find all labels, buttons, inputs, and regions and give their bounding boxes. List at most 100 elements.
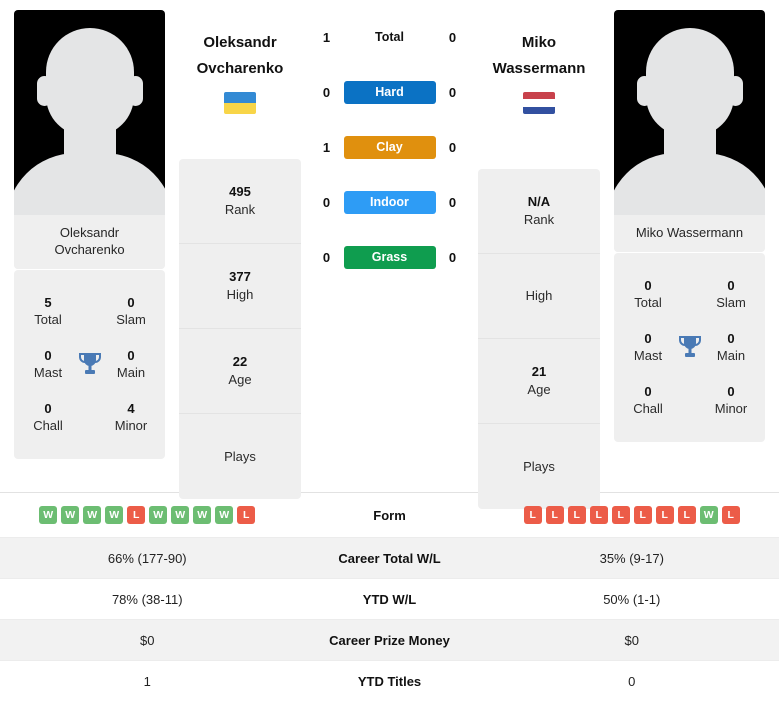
left-player-info-column: Oleksandr Ovcharenko 495 Rank 377 High 2…: [179, 0, 301, 499]
player-comparison-header: Oleksandr Ovcharenko 5 Total 0 Slam 0 Ma…: [0, 0, 779, 509]
right-player-titles-panel: 0 Total 0 Slam 0 Mast 0 Main 0 Chall 0 M…: [614, 253, 765, 442]
left-player-last-name: Ovcharenko: [196, 60, 284, 77]
form-badge-loss[interactable]: L: [237, 506, 256, 524]
right-info-rank[interactable]: N/A Rank: [478, 169, 600, 254]
left-stat-minor-label: Minor: [114, 417, 148, 433]
comparison-row-ytd-titles: 1 YTD Titles 0: [0, 661, 779, 702]
left-stat-slam-label: Slam: [116, 311, 146, 327]
avatar-body: [14, 153, 165, 215]
left-info-age-label: Age: [228, 372, 252, 387]
right-player-photo: [614, 10, 765, 215]
h2h-clay-label[interactable]: Clay: [343, 136, 436, 159]
form-badge-win[interactable]: W: [193, 506, 212, 524]
form-badge-loss[interactable]: L: [127, 506, 146, 524]
h2h-indoor-right-score: 0: [448, 195, 457, 210]
form-badge-loss[interactable]: L: [589, 506, 608, 524]
left-player-column: Oleksandr Ovcharenko 5 Total 0 Slam 0 Ma…: [0, 0, 179, 459]
form-badge-loss[interactable]: L: [721, 506, 740, 524]
left-info-age-value: 22: [232, 354, 248, 369]
h2h-clay-right-score: 0: [448, 140, 457, 155]
trophy-icon: [75, 351, 105, 377]
comparison-label-career-prize-money: Career Prize Money: [329, 632, 450, 648]
right-player-photo-card[interactable]: Miko Wassermann: [614, 10, 765, 252]
form-badge-loss[interactable]: L: [523, 506, 542, 524]
right-info-age-value: 21: [531, 364, 547, 379]
right-stat-total-value: 0: [644, 277, 652, 293]
h2h-grass-left-score: 0: [322, 250, 331, 265]
left-player-info-cards: 495 Rank 377 High 22 Age Plays: [179, 159, 301, 499]
form-badge-loss[interactable]: L: [677, 506, 696, 524]
form-badge-win[interactable]: W: [61, 506, 80, 524]
form-badge-win[interactable]: W: [39, 506, 58, 524]
right-player-info-cards: N/A Rank High 21 Age Plays: [478, 169, 600, 509]
right-player-last-name: Wassermann: [492, 60, 586, 77]
right-player-info-column: Miko Wassermann N/A Rank High 21 Age Pla…: [478, 0, 600, 509]
left-titles-row-1: 5 Total 0 Slam: [14, 284, 165, 337]
form-badge-loss[interactable]: L: [633, 506, 652, 524]
left-info-high-label: High: [226, 287, 254, 302]
right-stat-chall: 0 Chall: [622, 383, 674, 417]
left-stat-chall: 0 Chall: [22, 400, 74, 434]
left-stat-total-value: 5: [44, 294, 52, 310]
form-badge-loss[interactable]: L: [545, 506, 564, 524]
trophy-icon: [675, 334, 705, 360]
left-career-prize-money: $0: [140, 632, 155, 648]
h2h-row-indoor: 0 Indoor 0: [301, 175, 478, 230]
form-badge-win[interactable]: W: [699, 506, 718, 524]
h2h-indoor-label[interactable]: Indoor: [343, 191, 436, 214]
left-stat-total: 5 Total: [22, 294, 74, 328]
h2h-hard-label[interactable]: Hard: [343, 81, 436, 104]
h2h-grass-label[interactable]: Grass: [343, 246, 436, 269]
h2h-hard-right-score: 0: [448, 85, 457, 100]
left-player-photo: [14, 10, 165, 215]
left-info-plays[interactable]: Plays: [179, 414, 301, 499]
left-info-age[interactable]: 22 Age: [179, 329, 301, 414]
right-info-high[interactable]: High: [478, 254, 600, 339]
right-ytd-wl: 50% (1-1): [603, 591, 661, 607]
left-player-photo-caption: Oleksandr Ovcharenko: [14, 215, 165, 269]
left-info-high[interactable]: 377 High: [179, 244, 301, 329]
right-form-badge-list: LLLLLLLLWL: [485, 506, 779, 524]
left-photo-caption-line1: Oleksandr: [59, 225, 120, 240]
right-stat-minor-value: 0: [727, 383, 735, 399]
left-player-first-name: Oleksandr: [203, 34, 277, 51]
comparison-row-ytd-wl: 78% (38-11) YTD W/L 50% (1-1): [0, 579, 779, 620]
left-photo-caption-line2: Ovcharenko: [54, 242, 125, 257]
left-player-photo-card[interactable]: Oleksandr Ovcharenko: [14, 10, 165, 269]
avatar-ear-right: [727, 76, 743, 106]
h2h-hard-left-score: 0: [322, 85, 331, 100]
right-info-plays[interactable]: Plays: [478, 424, 600, 509]
form-badge-loss[interactable]: L: [655, 506, 674, 524]
comparison-row-career-prize-money: $0 Career Prize Money $0: [0, 620, 779, 661]
left-ytd-titles: 1: [143, 674, 151, 689]
form-badge-win[interactable]: W: [105, 506, 124, 524]
right-stat-slam-label: Slam: [716, 294, 746, 310]
left-form-badges: WWWWLWWWWL: [0, 506, 295, 524]
form-badge-win[interactable]: W: [83, 506, 102, 524]
left-ytd-wl: 78% (38-11): [111, 591, 183, 607]
right-player-photo-caption: Miko Wassermann: [614, 215, 765, 252]
netherlands-flag-icon: [523, 92, 555, 114]
form-badge-win[interactable]: W: [149, 506, 168, 524]
avatar-ear-right: [127, 76, 143, 106]
left-stat-mast-value: 0: [44, 347, 52, 363]
left-player-titles-panel: 5 Total 0 Slam 0 Mast 0 Main 0 Chall 4 M…: [14, 270, 165, 459]
right-player-name: Miko Wassermann: [478, 10, 600, 82]
h2h-row-total: 1 Total 0: [301, 10, 478, 65]
form-badge-loss[interactable]: L: [567, 506, 586, 524]
form-badge-win[interactable]: W: [171, 506, 190, 524]
right-info-age-label: Age: [527, 382, 551, 397]
h2h-total-label: Total: [375, 30, 404, 44]
right-stat-total: 0 Total: [622, 277, 674, 311]
right-stat-mast-label: Mast: [633, 347, 663, 363]
h2h-row-grass: 0 Grass 0: [301, 230, 478, 285]
left-info-rank[interactable]: 495 Rank: [179, 159, 301, 244]
right-info-age[interactable]: 21 Age: [478, 339, 600, 424]
avatar-body: [614, 153, 765, 215]
left-stat-slam-value: 0: [127, 294, 135, 310]
form-badge-loss[interactable]: L: [611, 506, 630, 524]
right-career-total-wl: 35% (9-17): [599, 550, 664, 566]
h2h-indoor-left-score: 0: [322, 195, 331, 210]
h2h-grass-right-score: 0: [448, 250, 457, 265]
form-badge-win[interactable]: W: [215, 506, 234, 524]
